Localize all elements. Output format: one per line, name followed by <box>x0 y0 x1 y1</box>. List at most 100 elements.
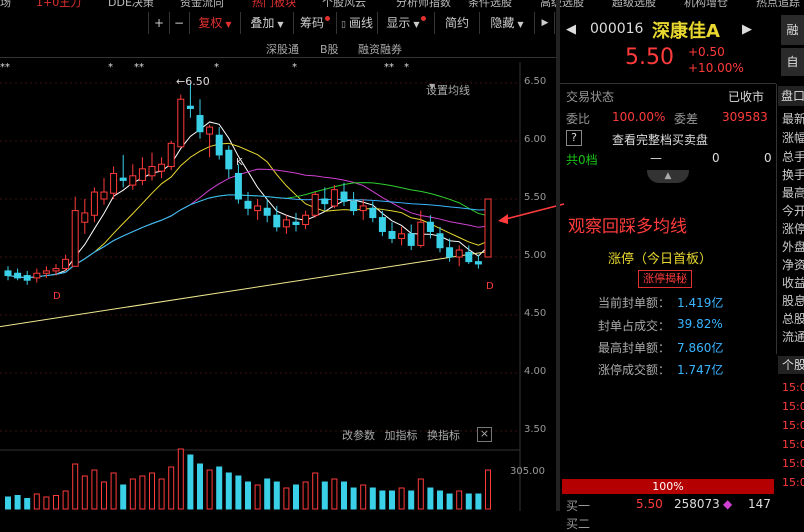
change-params-button[interactable]: 改参数 <box>342 429 375 442</box>
limitup-reveal-button[interactable]: 涨停揭秘 <box>638 270 692 288</box>
price-tick: 3.50 <box>524 424 547 435</box>
menu-item[interactable]: 机构增仓 <box>684 0 728 9</box>
volume-bar <box>264 478 271 510</box>
menu-item[interactable]: 高级选股 <box>540 0 584 9</box>
collapse-icon[interactable]: ▲ <box>647 170 689 183</box>
chart-toolbar: + − 复权 ▼ 叠加 ▼ 筹码 ▯ 画线 显示 ▼ 简约 隐藏 ▼ ▶ <box>0 12 556 36</box>
candle-body <box>292 221 300 226</box>
add-indicator-button[interactable]: 加指标 <box>385 429 418 442</box>
chevron-down-icon: ▼ <box>277 20 284 29</box>
volume-bar <box>417 478 424 510</box>
jianyue-button[interactable]: 简约 <box>435 12 480 34</box>
candle-body <box>23 275 31 281</box>
tab-shengutong[interactable]: 深股通 <box>266 41 299 57</box>
volume-bar <box>312 472 319 510</box>
zoom-in-button[interactable]: + <box>148 12 170 34</box>
menu-item[interactable]: 条件选股 <box>468 0 512 9</box>
weibi-label: 委比 <box>566 112 591 126</box>
limitup-title: 涨停（今日首板） <box>608 252 713 267</box>
side-item: 最高 <box>782 186 804 200</box>
margin-button[interactable]: 融 <box>781 15 804 45</box>
volume-bar <box>101 481 107 510</box>
stat-label: 涨停成交额： <box>597 363 670 377</box>
menu-item[interactable]: 分析师指数 <box>396 0 451 9</box>
menu-item[interactable]: 热门板块 <box>252 0 296 9</box>
right-arrow-icon[interactable]: ▶ <box>742 22 752 37</box>
chouma-button[interactable]: 筹码 <box>294 12 337 34</box>
huaxian-button[interactable]: ▯ 画线 <box>337 12 378 34</box>
menu-item[interactable]: 场 <box>0 0 11 9</box>
candle-body <box>426 221 434 232</box>
current-price: 5.50 <box>625 45 674 70</box>
diejia-dropdown[interactable]: 叠加 ▼ <box>241 12 294 34</box>
volume-bar <box>14 495 21 510</box>
candle-body <box>263 207 271 216</box>
volume-bar <box>129 478 136 510</box>
volume-bar <box>216 466 223 510</box>
volume-bar <box>33 493 40 510</box>
volume-bar <box>149 472 155 510</box>
notification-dot-icon <box>420 16 426 21</box>
candle-body <box>110 172 118 194</box>
candlestick-chart[interactable] <box>0 62 556 511</box>
candle-body <box>90 191 98 216</box>
full-orderbook-link[interactable]: 查看完整档买卖盘 <box>612 131 708 148</box>
yincang-dropdown[interactable]: 隐藏 ▼ <box>480 12 535 34</box>
weicha-value: 309583 <box>722 110 768 124</box>
side-item: 外盘 <box>782 240 804 254</box>
volume-bar <box>446 493 453 510</box>
volume-bar <box>120 484 127 510</box>
candle-body <box>129 175 137 186</box>
candle-body <box>273 214 281 228</box>
candle-body <box>167 142 175 168</box>
panel-separator[interactable] <box>556 0 560 511</box>
volume-bar <box>91 469 98 510</box>
menu-item[interactable]: 热点追踪 <box>756 0 800 9</box>
watchlist-button[interactable]: 自 <box>781 48 804 76</box>
volume-bar <box>254 484 261 510</box>
candle-body <box>4 270 12 277</box>
volume-bar <box>341 481 347 510</box>
xianshi-dropdown[interactable]: 显示 ▼ <box>378 12 435 34</box>
left-arrow-icon[interactable]: ◀ <box>566 22 576 37</box>
tab-rongzirongquan[interactable]: 融资融券 <box>358 41 402 57</box>
volume-bar <box>321 481 328 510</box>
help-icon[interactable]: ? <box>566 130 582 146</box>
diamond-icon: ◆ <box>723 497 733 511</box>
play-icon[interactable]: ▶ <box>536 12 555 34</box>
price-tick: 5.00 <box>524 250 547 261</box>
tab-pankou[interactable]: 盘口 <box>778 86 804 106</box>
top-menu-bar: 场 1+0王力 DDE决策 资金流向 热门板块 个股风云 分析师指数 条件选股 … <box>0 0 804 9</box>
menu-item[interactable]: 超级选股 <box>612 0 656 9</box>
star-marker: * <box>108 62 113 73</box>
tab-bgu[interactable]: B股 <box>320 41 339 57</box>
candle-body <box>330 189 338 207</box>
zoom-out-button[interactable]: − <box>169 12 190 34</box>
tick-time: 15:0 <box>782 381 804 394</box>
tick-time: 15:0 <box>782 419 804 432</box>
volume-bar <box>389 490 395 510</box>
tab-gegu[interactable]: 个股 <box>778 356 804 374</box>
volume-bar <box>72 463 79 510</box>
price-change: +0.50 <box>688 45 725 59</box>
menu-item[interactable]: 1+0王力 <box>36 0 81 9</box>
candle-body <box>254 205 262 212</box>
volume-bar <box>53 495 59 510</box>
candle-body <box>369 207 377 219</box>
weicha-label: 委差 <box>674 112 699 126</box>
switch-indicator-button[interactable]: 换指标 <box>427 429 460 442</box>
side-item: 股息 <box>782 294 804 308</box>
tick-time: 15:0 <box>782 400 804 413</box>
volume-bar <box>456 490 463 510</box>
diejia-label: 叠加 <box>250 16 275 30</box>
close-icon[interactable]: × <box>477 427 492 442</box>
fuquan-dropdown[interactable]: 复权 ▼ <box>190 12 241 34</box>
menu-item[interactable]: DDE决策 <box>108 0 154 9</box>
candle-body <box>138 168 146 181</box>
chevron-down-icon: ▼ <box>413 20 420 29</box>
price-tick: 4.50 <box>524 308 547 319</box>
k-label: K <box>236 157 243 168</box>
menu-item[interactable]: 资金流向 <box>180 0 224 9</box>
menu-item[interactable]: 个股风云 <box>322 0 366 9</box>
volume-bar <box>427 487 434 510</box>
